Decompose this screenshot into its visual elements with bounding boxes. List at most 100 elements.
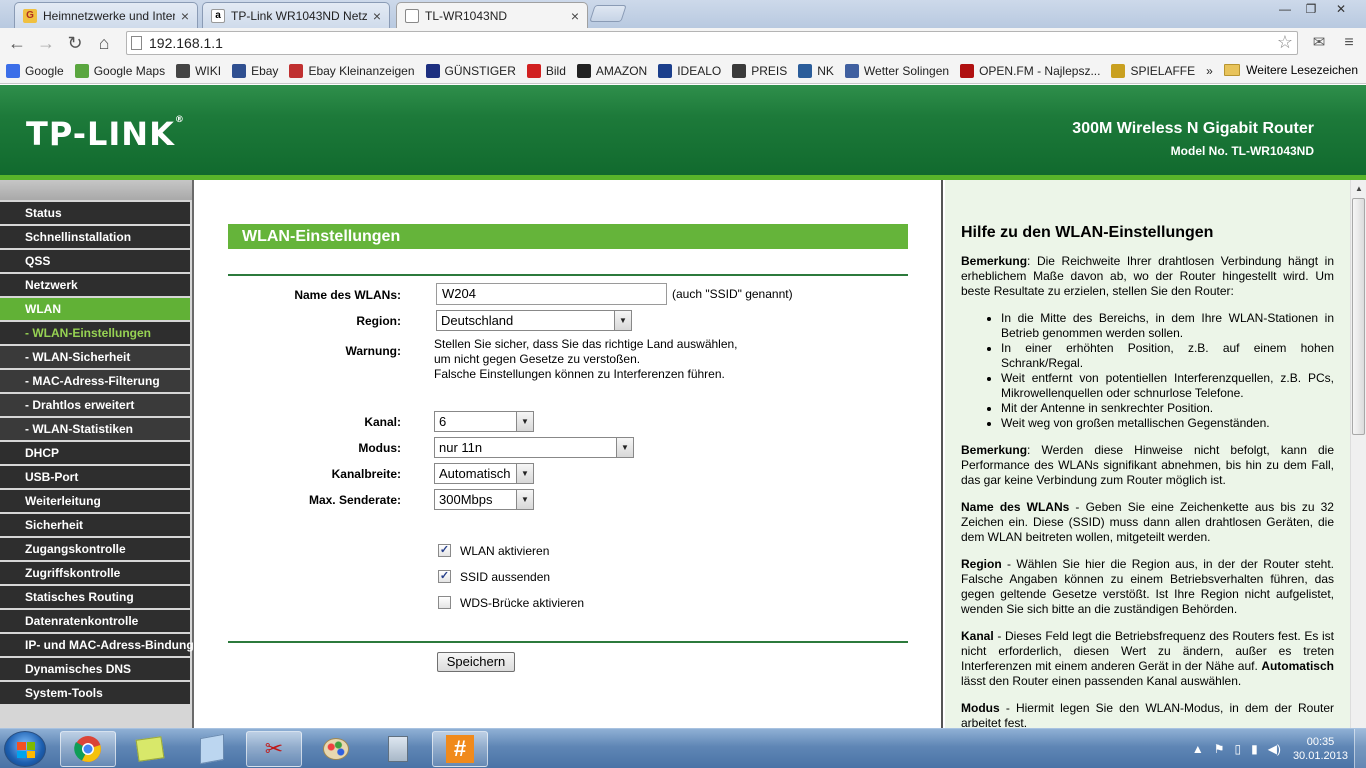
wds-bridge-checkbox[interactable] <box>438 596 451 609</box>
mode-select[interactable]: nur 11n ▼ <box>434 437 634 458</box>
sidebar-item-dynamisches-dns[interactable]: Dynamisches DNS <box>0 658 190 680</box>
wlan-enable-checkbox[interactable]: ✓ <box>438 544 451 557</box>
sidebar-item-sicherheit[interactable]: Sicherheit <box>0 514 190 536</box>
help-text: - Wählen Sie hier die Region aus, in der… <box>961 557 1334 616</box>
taskbar-sticky-notes[interactable] <box>122 731 178 767</box>
usb-device-icon[interactable]: ▯ <box>1234 742 1241 756</box>
gmail-icon[interactable]: ✉ <box>1308 32 1330 54</box>
window-close-icon[interactable]: ✕ <box>1326 0 1356 18</box>
taskbar-notepad[interactable] <box>184 731 240 767</box>
forward-icon[interactable]: → <box>35 32 57 54</box>
scroll-up-icon[interactable]: ▲ <box>1351 182 1366 196</box>
mode-value: nur 11n <box>439 440 483 455</box>
start-button[interactable] <box>4 731 46 767</box>
product-name: 300M Wireless N Gigabit Router <box>1072 120 1314 137</box>
sidebar-item-zugriffskontrolle[interactable]: Zugriffskontrolle <box>0 562 190 584</box>
taskbar-chrome[interactable] <box>60 731 116 767</box>
sidebar-item-system-tools[interactable]: System-Tools <box>0 682 190 704</box>
taskbar-hashtag-app[interactable]: # <box>432 731 488 767</box>
chevron-down-icon[interactable]: ▼ <box>614 311 631 330</box>
sidebar-item-ip-und-mac-adress-bindung[interactable]: IP- und MAC-Adress-Bindung <box>0 634 194 656</box>
help-bold: Region <box>961 557 1002 571</box>
bookmark-weather[interactable]: Wetter Solingen <box>844 63 949 78</box>
close-icon[interactable]: × <box>181 8 189 24</box>
guenstiger-icon <box>425 63 440 78</box>
help-paragraph: Bemerkung: Werden diese Hinweise nicht b… <box>961 443 1334 488</box>
sidebar-item-wlan-sicherheit[interactable]: - WLAN-Sicherheit <box>0 346 190 368</box>
sidebar-item-schnellinstallation[interactable]: Schnellinstallation <box>0 226 190 248</box>
ssid-input[interactable]: W204 <box>436 283 667 305</box>
bookmark-wikipedia[interactable]: WIKI <box>176 63 221 78</box>
browser-tab-1[interactable]: G Heimnetzwerke und Intern × <box>14 2 198 28</box>
network-signal-icon[interactable]: ▮ <box>1251 742 1258 756</box>
bookmark-ebay[interactable]: Ebay <box>232 63 278 78</box>
bookmark-openfm[interactable]: OPEN.FM - Najlepsz... <box>960 63 1100 78</box>
bookmark-preis[interactable]: PREIS <box>732 63 787 78</box>
bookmark-maps[interactable]: Google Maps <box>74 63 165 78</box>
restore-icon[interactable]: ❐ <box>1296 0 1326 18</box>
sidebar-item-mac-adress-filterung[interactable]: - MAC-Adress-Filterung <box>0 370 190 392</box>
channel-select[interactable]: 6 ▼ <box>434 411 534 432</box>
action-center-flag-icon[interactable]: ⚑ <box>1214 742 1225 756</box>
scrollbar-thumb[interactable] <box>1352 198 1365 435</box>
sidebar-item-netzwerk[interactable]: Netzwerk <box>0 274 190 296</box>
sidebar-item-wlan-statistiken[interactable]: - WLAN-Statistiken <box>0 418 190 440</box>
chevron-down-icon[interactable]: ▼ <box>616 438 633 457</box>
taskbar-paint[interactable] <box>308 731 364 767</box>
close-icon[interactable]: × <box>373 8 381 24</box>
bookmark-label: NK <box>817 63 834 78</box>
warning-line: Stellen Sie sicher, dass Sie das richtig… <box>434 337 738 351</box>
bookmark-kleinanzeigen[interactable]: Ebay Kleinanzeigen <box>289 63 415 78</box>
help-bullet: Weit entfernt von potentiellen Interfere… <box>1001 371 1334 401</box>
bookmark-label: IDEALO <box>677 63 722 78</box>
chevron-down-icon[interactable]: ▼ <box>516 464 533 483</box>
bookmark-google[interactable]: Google <box>6 63 64 78</box>
bookmark-amazon[interactable]: AMAZON <box>576 63 647 78</box>
sidebar-item-usb-port[interactable]: USB-Port <box>0 466 190 488</box>
taskbar-snipping-tool[interactable]: ✂ <box>246 731 302 767</box>
sidebar-item-wlan[interactable]: WLAN <box>0 298 190 320</box>
clock-time: 00:35 <box>1306 736 1335 748</box>
bookmark-spielaffe[interactable]: SPIELAFFE <box>1111 63 1195 78</box>
bookmark-idealo[interactable]: IDEALO <box>658 63 722 78</box>
sidebar-item-weiterleitung[interactable]: Weiterleitung <box>0 490 190 512</box>
sidebar-item-dhcp[interactable]: DHCP <box>0 442 190 464</box>
sidebar-item-status[interactable]: Status <box>0 202 190 224</box>
reload-icon[interactable]: ↻ <box>64 32 86 54</box>
sidebar-item-zugangskontrolle[interactable]: Zugangskontrolle <box>0 538 190 560</box>
bookmark-star-icon[interactable]: ☆ <box>1277 32 1293 53</box>
bookmark-nk[interactable]: NK <box>798 63 834 78</box>
region-select[interactable]: Deutschland ▼ <box>436 310 632 331</box>
sidebar-item-datenratenkontrolle[interactable]: Datenratenkontrolle <box>0 610 190 632</box>
chevron-down-icon[interactable]: ▼ <box>516 412 533 431</box>
new-tab-button[interactable] <box>589 5 627 22</box>
sidebar-top-strip <box>0 180 192 200</box>
channel-width-select[interactable]: Automatisch ▼ <box>434 463 534 484</box>
address-bar[interactable]: 192.168.1.1 ☆ <box>126 31 1298 55</box>
bookmark-guenstiger[interactable]: GÜNSTIGER <box>425 63 516 78</box>
show-desktop-button[interactable] <box>1354 729 1366 768</box>
clock[interactable]: 00:35 30.01.2013 <box>1293 735 1348 763</box>
sidebar-item-drahtlos-erweitert[interactable]: - Drahtlos erweitert <box>0 394 190 416</box>
menu-icon[interactable]: ≡ <box>1338 32 1360 54</box>
back-icon[interactable]: ← <box>6 32 28 54</box>
max-rate-select[interactable]: 300Mbps ▼ <box>434 489 534 510</box>
volume-icon[interactable]: ◀) <box>1268 742 1281 756</box>
tray-expand-icon[interactable]: ▲ <box>1192 742 1204 756</box>
home-icon[interactable]: ⌂ <box>93 32 115 54</box>
help-bold: Automatisch <box>1261 659 1334 673</box>
sidebar-item-wlan-einstellungen[interactable]: - WLAN-Einstellungen <box>0 322 190 344</box>
other-bookmarks-folder[interactable]: Weitere Lesezeichen <box>1224 63 1358 77</box>
browser-tab-3[interactable]: TL-WR1043ND × <box>396 2 588 29</box>
taskbar-calculator[interactable] <box>370 731 426 767</box>
save-button[interactable]: Speichern <box>437 652 515 672</box>
sidebar-item-statisches-routing[interactable]: Statisches Routing <box>0 586 190 608</box>
browser-tab-2[interactable]: a TP-Link WR1043ND Netzw × <box>202 2 390 28</box>
bookmark-bild[interactable]: Bild <box>526 63 566 78</box>
help-scrollbar[interactable]: ▲ <box>1350 180 1366 728</box>
close-icon[interactable]: × <box>571 8 579 24</box>
sidebar-item-qss[interactable]: QSS <box>0 250 190 272</box>
chevron-down-icon[interactable]: ▼ <box>516 490 533 509</box>
bookmarks-overflow-icon[interactable]: » <box>1206 64 1213 78</box>
ssid-broadcast-checkbox[interactable]: ✓ <box>438 570 451 583</box>
